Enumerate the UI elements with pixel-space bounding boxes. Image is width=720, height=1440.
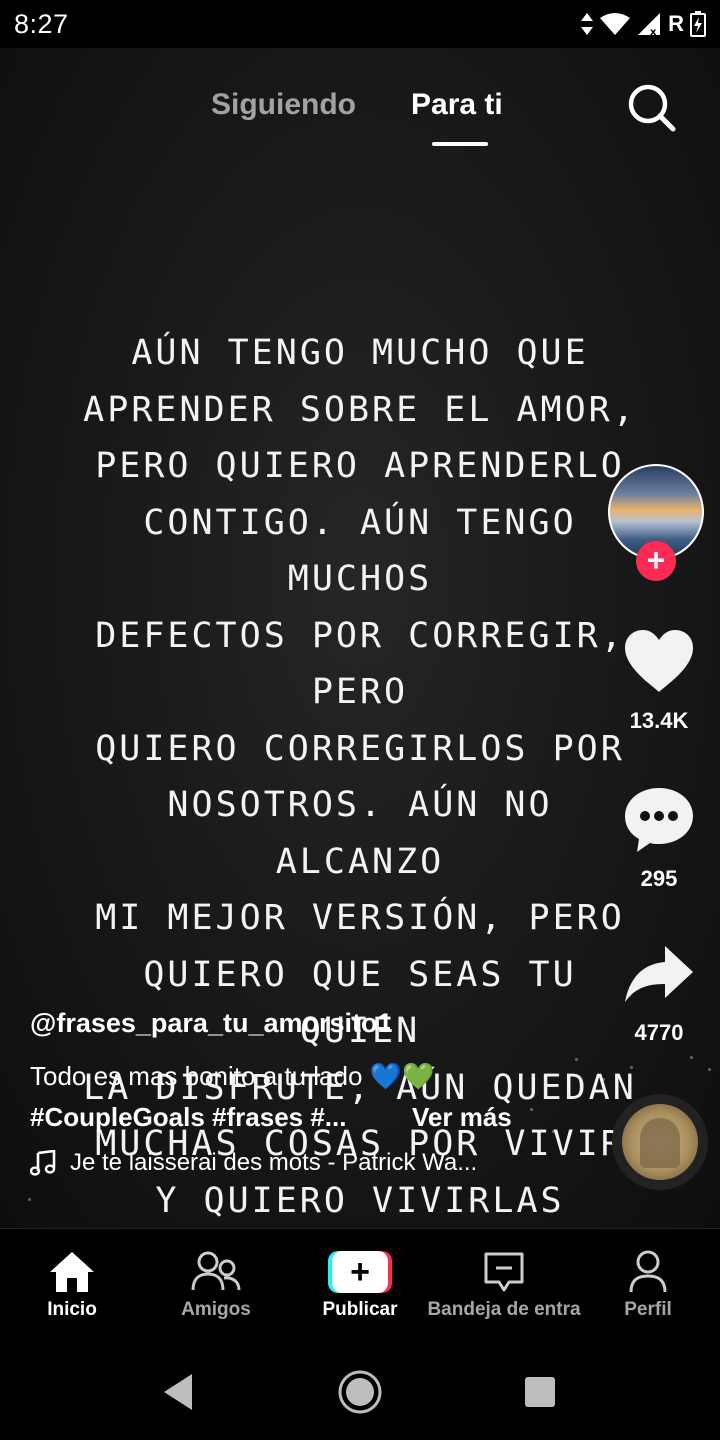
- hashtags[interactable]: #CoupleGoals #frases #...: [30, 1102, 390, 1133]
- svg-text:x: x: [650, 27, 657, 36]
- video-description: Todo es mas bonito a tu lado 💙💚: [30, 1061, 435, 1091]
- publish-icon: +: [328, 1251, 392, 1293]
- nav-friends[interactable]: Amigos: [144, 1229, 288, 1345]
- carrier-indicator: R: [668, 11, 684, 36]
- home-circle-icon[interactable]: [336, 1368, 384, 1416]
- status-icons: x R: [580, 11, 706, 37]
- nav-friends-label: Amigos: [181, 1299, 251, 1320]
- status-bar: 8:27 x R: [0, 0, 720, 48]
- nav-inbox[interactable]: Bandeja de entra: [427, 1229, 581, 1345]
- top-tabs: Siguiendo Para ti: [0, 48, 720, 158]
- active-tab-indicator: [432, 142, 488, 146]
- comment-button[interactable]: 295: [604, 784, 714, 892]
- nav-home-label: Inicio: [47, 1299, 97, 1320]
- nav-profile[interactable]: Perfil: [576, 1229, 720, 1345]
- like-button[interactable]: 13.4K: [604, 628, 714, 734]
- nav-publish[interactable]: + Publicar: [288, 1229, 432, 1345]
- inbox-icon: [484, 1252, 524, 1292]
- creator-username[interactable]: @frases_para_tu_amorsito1: [30, 1008, 590, 1039]
- like-count: 13.4K: [629, 708, 689, 733]
- nav-publish-label: Publicar: [322, 1299, 398, 1320]
- see-more-button[interactable]: Ver más: [412, 1102, 512, 1133]
- share-button[interactable]: 4770: [604, 944, 714, 1046]
- quote-line: aprender sobre el amor,: [83, 389, 637, 430]
- comment-count: 295: [640, 866, 678, 891]
- search-icon[interactable]: [624, 80, 680, 136]
- music-disc[interactable]: [612, 1094, 708, 1190]
- system-nav-bar: [0, 1344, 720, 1440]
- follow-button[interactable]: +: [636, 541, 676, 581]
- signal-icon: x: [638, 13, 661, 36]
- quote-line: mi mejor versión, pero: [95, 898, 625, 938]
- back-icon[interactable]: [160, 1368, 196, 1416]
- nav-profile-label: Perfil: [624, 1299, 672, 1320]
- quote-line: contigo. Aún tengo muchos: [143, 502, 577, 600]
- status-time: 8:27: [14, 8, 69, 39]
- music-note-icon: [30, 1150, 56, 1176]
- nav-inbox-label: Bandeja de entra: [427, 1299, 581, 1320]
- data-arrows-icon: [581, 13, 594, 35]
- battery-icon: [690, 11, 706, 37]
- heart-icon: [625, 630, 693, 692]
- tab-following[interactable]: Siguiendo: [211, 88, 356, 122]
- wifi-icon: [600, 13, 631, 35]
- quote-line: defectos por corregir, pero: [95, 615, 625, 713]
- hashtags-row: #CoupleGoals #frases #... Ver más: [30, 1102, 590, 1133]
- bottom-nav: Inicio Amigos + Publicar Bandeja de entr…: [0, 1228, 720, 1344]
- tab-for-you[interactable]: Para ti: [411, 88, 503, 122]
- music-cover: [640, 1118, 680, 1168]
- music-title: Je te laisserai des mots - Patrick Wa...: [70, 1149, 478, 1176]
- video-caption: @frases_para_tu_amorsito1 Todo es mas bo…: [30, 1008, 590, 1177]
- friends-icon: [191, 1251, 241, 1291]
- quote-line: Aún tengo mucho que: [131, 333, 589, 373]
- comment-icon: [625, 788, 693, 852]
- profile-icon: [629, 1250, 667, 1293]
- quote-line: quiero corregirlos por: [95, 728, 625, 769]
- music-row[interactable]: Je te laisserai des mots - Patrick Wa...: [30, 1149, 590, 1177]
- nav-home[interactable]: Inicio: [0, 1229, 144, 1345]
- share-count: 4770: [634, 1020, 684, 1045]
- share-icon: [625, 946, 693, 1002]
- home-icon: [50, 1252, 94, 1292]
- quote-line: pero quiero aprenderlo: [95, 446, 625, 486]
- quote-line: nosotros. Aún no alcanzo: [167, 785, 553, 882]
- recents-icon[interactable]: [522, 1368, 558, 1416]
